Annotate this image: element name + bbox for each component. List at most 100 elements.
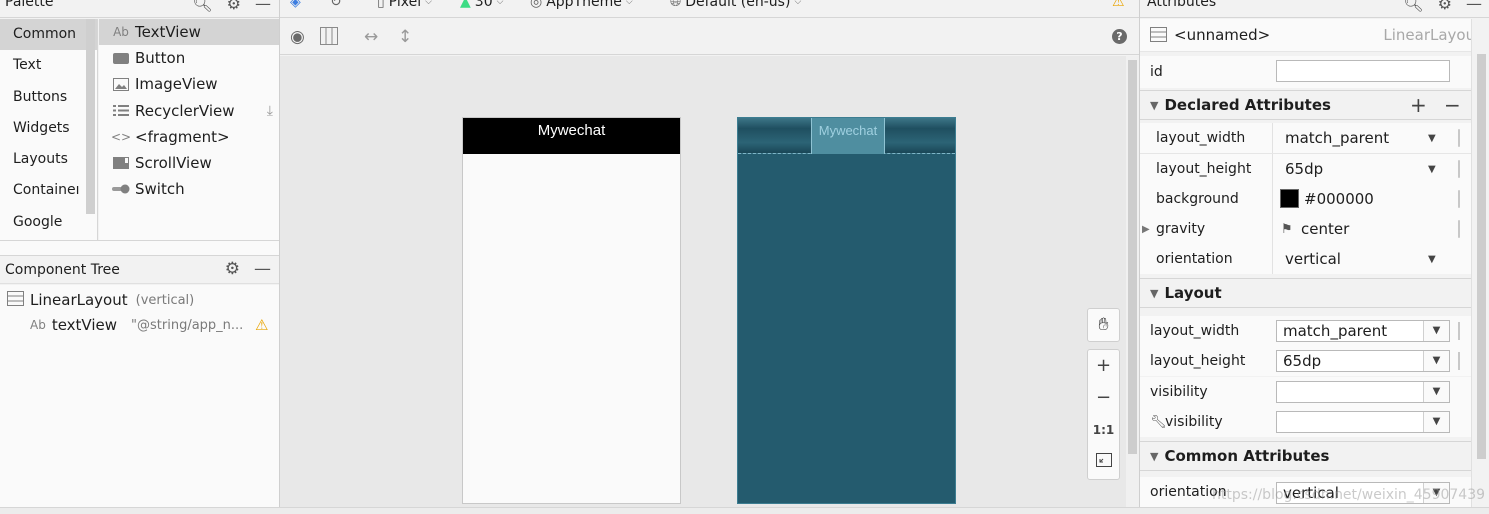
blueprint-preview[interactable]: Mywechat: [737, 117, 956, 504]
declared-row-background[interactable]: background #000000: [1140, 184, 1471, 214]
palette-category-common[interactable]: Common: [0, 19, 97, 51]
chevron-down-icon[interactable]: ▼: [1428, 164, 1436, 175]
zoom-in-icon[interactable]: +: [1088, 350, 1119, 382]
palette-category-widgets[interactable]: Widgets: [0, 113, 97, 144]
common-attributes-header[interactable]: ▼ Common Attributes: [1140, 441, 1471, 471]
device-dropdown[interactable]: ▯ Pixel ⌵: [377, 0, 432, 10]
preview-title-bar[interactable]: Mywechat: [463, 118, 680, 154]
attributes-scrollbar[interactable]: [1471, 19, 1489, 507]
gear-icon[interactable]: ⚙: [227, 0, 241, 13]
expand-triangle-icon[interactable]: ▶: [1142, 224, 1150, 235]
chevron-down-icon[interactable]: ▼: [1423, 351, 1449, 371]
help-icon[interactable]: ?: [1112, 29, 1127, 44]
hand-icon[interactable]: ✋︎: [1088, 309, 1119, 341]
palette-item-switch[interactable]: Switch: [99, 176, 279, 202]
linearlayout-icon: [7, 291, 24, 309]
palette-item-textview[interactable]: Ab TextView: [99, 19, 279, 46]
palette-item-imageview[interactable]: ImageView: [99, 71, 279, 97]
attr-value[interactable]: vertical: [1285, 250, 1341, 268]
gear-icon[interactable]: ⚙: [1438, 0, 1452, 13]
theme-dropdown[interactable]: ◎ AppTheme ⌵: [530, 0, 633, 10]
gear-icon[interactable]: ⚙: [225, 259, 240, 279]
palette-category-google[interactable]: Google: [0, 207, 97, 238]
download-icon[interactable]: ⤓: [267, 103, 273, 119]
collapse-triangle-icon[interactable]: ▼: [1150, 287, 1158, 300]
design-preview[interactable]: Mywechat: [462, 117, 681, 504]
palette-category-buttons[interactable]: Buttons: [0, 82, 97, 113]
attr-value[interactable]: match_parent: [1285, 129, 1389, 147]
blueprint-toggle-icon[interactable]: [320, 27, 338, 50]
locale-dropdown[interactable]: 🌐︎ Default (en-us) ⌵: [670, 0, 801, 10]
chevron-down-icon[interactable]: ▼: [1423, 321, 1449, 341]
layers-icon[interactable]: ◈: [290, 0, 301, 10]
zoom-actual-size-button[interactable]: 1:1: [1088, 414, 1119, 446]
palette-item-button[interactable]: Button: [99, 45, 279, 71]
id-field[interactable]: [1276, 60, 1450, 82]
add-attribute-icon[interactable]: +: [1410, 93, 1427, 117]
palette-item-scrollview[interactable]: ScrollView: [99, 150, 279, 176]
resource-picker-button[interactable]: [1458, 129, 1460, 147]
tree-node-linearlayout[interactable]: LinearLayout (vertical): [7, 291, 194, 309]
linearlayout-icon: [1150, 27, 1167, 46]
resource-picker-button[interactable]: [1458, 322, 1460, 340]
attr-value[interactable]: center: [1301, 220, 1349, 238]
zoom-out-icon[interactable]: −: [1088, 382, 1119, 414]
chevron-down-icon[interactable]: ▼: [1428, 254, 1436, 265]
tree-node-textview[interactable]: Ab textView "@string/app_n...: [30, 316, 243, 334]
declared-row-orientation[interactable]: orientation vertical ▼: [1140, 244, 1471, 274]
declared-row-layout-width[interactable]: layout_width match_parent ▼: [1140, 123, 1471, 153]
chevron-down-icon[interactable]: ▼: [1423, 412, 1449, 432]
canvas-scrollbar[interactable]: [1126, 56, 1139, 507]
chevron-down-icon[interactable]: ▼: [1423, 382, 1449, 402]
horizontal-resize-icon[interactable]: ↔: [364, 27, 378, 47]
palette-category-containers[interactable]: Containeı: [0, 175, 97, 206]
tree-node-detail: (vertical): [135, 292, 195, 308]
design-canvas[interactable]: [280, 56, 1126, 507]
eye-icon[interactable]: ◉: [290, 27, 305, 47]
declared-row-layout-height[interactable]: layout_height 65dp ▼: [1140, 154, 1471, 184]
palette-item-recyclerview[interactable]: RecyclerView ⤓: [99, 98, 279, 124]
declared-attributes-header[interactable]: ▼ Declared Attributes + −: [1140, 90, 1471, 120]
palette-category-layouts[interactable]: Layouts: [0, 144, 97, 175]
zoom-fit-icon[interactable]: [1088, 446, 1119, 478]
api-dropdown[interactable]: ▲ 30 ⌵: [460, 0, 503, 10]
attr-value[interactable]: #000000: [1304, 190, 1374, 208]
remove-attribute-icon[interactable]: −: [1444, 93, 1461, 117]
minimize-icon[interactable]: —: [254, 259, 271, 279]
orientation-icon[interactable]: ↻: [330, 0, 342, 10]
canvas-scrollbar-thumb[interactable]: [1128, 60, 1137, 454]
search-icon[interactable]: 🔍︎: [192, 0, 212, 13]
pan-tool[interactable]: ✋︎: [1087, 308, 1120, 342]
collapse-triangle-icon[interactable]: ▼: [1150, 450, 1158, 463]
warning-icon[interactable]: ⚠: [255, 316, 268, 334]
blueprint-textview[interactable]: Mywechat: [811, 118, 885, 154]
globe-icon: 🌐︎: [670, 0, 682, 10]
minimize-icon[interactable]: —: [1466, 0, 1482, 13]
resource-picker-button[interactable]: [1458, 220, 1460, 238]
search-icon[interactable]: 🔍︎: [1403, 0, 1423, 13]
scroll-icon: [111, 157, 131, 170]
warning-icon[interactable]: ⚠: [1112, 0, 1125, 10]
color-swatch[interactable]: [1280, 189, 1299, 208]
vertical-resize-icon[interactable]: ↕: [398, 27, 412, 47]
resource-picker-button[interactable]: [1458, 352, 1460, 370]
categories-scrollbar[interactable]: [86, 19, 95, 214]
visibility-dropdown[interactable]: ▼: [1276, 381, 1450, 403]
attr-value[interactable]: 65dp: [1285, 160, 1323, 178]
tools-visibility-dropdown[interactable]: ▼: [1276, 411, 1450, 433]
layout-height-dropdown[interactable]: 65dp ▼: [1276, 350, 1450, 372]
palette-item-fragment[interactable]: <> <fragment>: [99, 124, 279, 150]
chevron-down-icon[interactable]: ▼: [1428, 133, 1436, 144]
layout-section-header[interactable]: ▼ Layout: [1140, 278, 1471, 308]
minimize-icon[interactable]: —: [255, 0, 271, 13]
divider: [1272, 214, 1273, 244]
resource-picker-button[interactable]: [1458, 190, 1460, 208]
palette-category-text[interactable]: Text: [0, 50, 97, 81]
collapse-triangle-icon[interactable]: ▼: [1150, 99, 1158, 112]
chevron-down-icon: ⌵: [625, 0, 633, 7]
resource-picker-button[interactable]: [1458, 160, 1460, 178]
attributes-scrollbar-thumb[interactable]: [1477, 54, 1486, 459]
layout-width-dropdown[interactable]: match_parent ▼: [1276, 320, 1450, 342]
panel-divider[interactable]: [0, 240, 279, 255]
declared-row-gravity[interactable]: ▶ gravity ⚑ center: [1140, 214, 1471, 244]
